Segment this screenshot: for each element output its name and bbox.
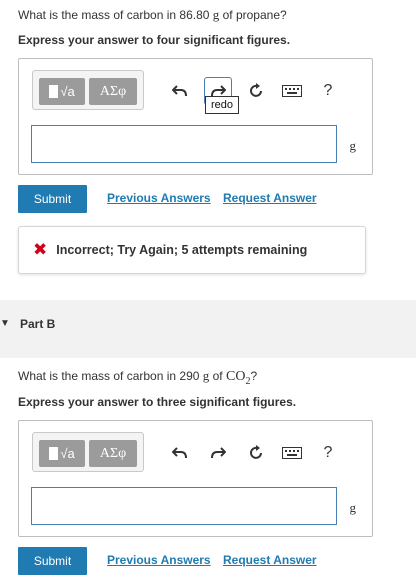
keyboard-icon[interactable] <box>278 77 306 105</box>
greek-symbols-button[interactable]: AΣφ <box>89 78 137 105</box>
part-a-submit-button[interactable]: Submit <box>18 185 87 213</box>
undo-icon[interactable] <box>166 77 194 105</box>
question-text: What is the mass of carbon in 86.80 <box>18 8 210 22</box>
greek-label: AΣφ <box>99 83 127 99</box>
help-button[interactable]: ? <box>314 439 342 467</box>
templates-button[interactable]: √a <box>39 78 85 105</box>
part-b-title: Part B <box>20 317 56 331</box>
square-icon <box>49 447 59 460</box>
square-icon <box>49 85 59 98</box>
chemical-formula: CO2 <box>225 369 250 387</box>
part-b-answer-box: √a AΣφ ? g <box>18 420 373 537</box>
feedback-banner: ✖ Incorrect; Try Again; 5 attempts remai… <box>18 226 366 274</box>
question-text-suffix: ? <box>250 369 258 383</box>
question-unit: g <box>202 368 210 383</box>
help-button[interactable]: ? <box>314 77 342 105</box>
collapse-caret-icon: ▼ <box>0 318 10 329</box>
part-b-submit-button[interactable]: Submit <box>18 547 87 575</box>
reset-icon[interactable] <box>242 77 270 105</box>
reset-icon[interactable] <box>242 439 270 467</box>
part-b-unit: g <box>349 500 357 515</box>
part-a-previous-answers-link[interactable]: Previous Answers <box>107 191 211 205</box>
math-toolbar: √a AΣφ ? <box>32 70 340 112</box>
redo-tooltip: redo <box>205 96 240 114</box>
greek-symbols-button[interactable]: AΣφ <box>89 440 137 467</box>
part-b-request-answer-link[interactable]: Request Answer <box>223 553 317 567</box>
templates-button[interactable]: √a <box>39 440 85 467</box>
templates-label: √a <box>60 446 75 461</box>
part-b-answer-input[interactable] <box>31 487 337 525</box>
part-a-answer-box: √a AΣφ ? redo g <box>18 58 373 175</box>
part-a-question: What is the mass of carbon in 86.80 g of… <box>18 7 287 23</box>
part-a-instruction: Express your answer to four significant … <box>18 33 291 47</box>
part-a-request-answer-link[interactable]: Request Answer <box>223 191 317 205</box>
part-b-instruction: Express your answer to three significant… <box>18 395 297 409</box>
template-group: √a AΣφ <box>32 70 144 110</box>
part-a-unit: g <box>349 138 357 153</box>
redo-icon[interactable] <box>204 439 232 467</box>
greek-label: AΣφ <box>99 445 127 461</box>
x-icon: ✖ <box>33 240 48 259</box>
question-unit: g <box>212 7 220 22</box>
question-text-suffix: of propane? <box>222 8 287 22</box>
part-b-previous-answers-link[interactable]: Previous Answers <box>107 553 211 567</box>
feedback-message: Incorrect; Try Again; 5 attempts remaini… <box>56 243 308 257</box>
part-b-header[interactable]: ▼ Part B <box>0 300 416 358</box>
undo-icon[interactable] <box>166 439 194 467</box>
math-toolbar: √a AΣφ ? <box>32 432 340 474</box>
keyboard-icon[interactable] <box>278 439 306 467</box>
question-of: of <box>212 369 223 383</box>
templates-label: √a <box>60 84 75 99</box>
part-b-question: What is the mass of carbon in 290 g of C… <box>18 368 257 387</box>
template-group: √a AΣφ <box>32 432 144 472</box>
question-text: What is the mass of carbon in 290 <box>18 369 200 383</box>
part-a-answer-input[interactable] <box>31 125 337 163</box>
formula-main: CO <box>225 369 246 384</box>
